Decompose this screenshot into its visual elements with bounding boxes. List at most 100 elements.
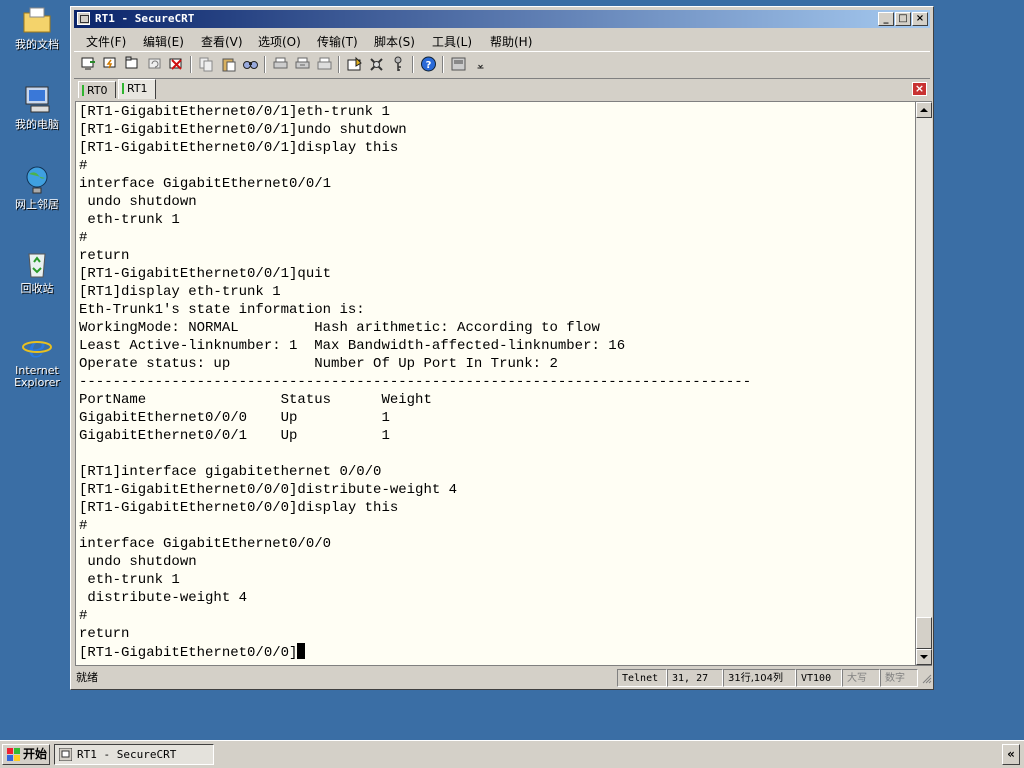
status-rows-cols: 31行,104列: [723, 669, 796, 687]
status-ready: 就绪: [76, 671, 98, 684]
session-tabs: RT0 RT1 ×: [74, 79, 930, 99]
terminal-line: PortName Status Weight: [79, 392, 432, 408]
minimize-button[interactable]: _: [878, 12, 894, 26]
terminal-line: Operate status: up Number Of Up Port In …: [79, 356, 558, 372]
terminal-line: eth-trunk 1: [79, 212, 180, 228]
scroll-thumb[interactable]: [916, 617, 932, 649]
scroll-up-button[interactable]: [916, 102, 932, 118]
terminal-line: Eth-Trunk1's state information is:: [79, 302, 365, 318]
app-icon: [58, 747, 73, 767]
terminal-line: return: [79, 626, 130, 642]
computer-icon: [21, 84, 53, 116]
connect-icon[interactable]: [80, 56, 97, 72]
close-button[interactable]: ×: [912, 12, 928, 26]
copy-icon[interactable]: [198, 56, 215, 72]
sftp-icon[interactable]: [450, 56, 467, 72]
menu-file[interactable]: 文件(F): [86, 33, 126, 50]
title-bar[interactable]: RT1 - SecureCRT _ □ ×: [74, 10, 930, 28]
vertical-scrollbar[interactable]: [916, 101, 932, 666]
print-selection-icon[interactable]: [294, 56, 311, 72]
network-globe-icon: [21, 164, 53, 196]
internet-explorer-icon: e: [21, 330, 53, 365]
connect-tab-icon[interactable]: [124, 56, 141, 72]
toolbar-overflow-icon[interactable]: [472, 56, 484, 72]
tab-rt0[interactable]: RT0: [78, 81, 116, 98]
toolbar-separator: [442, 56, 444, 73]
reconnect-icon[interactable]: [146, 56, 163, 72]
desktop-icon-internet-explorer[interactable]: e Internet Explorer: [4, 330, 70, 389]
keymap-icon[interactable]: [368, 56, 385, 72]
terminal-line: interface GigabitEthernet0/0/1: [79, 176, 332, 192]
securecrt-window: RT1 - SecureCRT _ □ × 文件(F) 编辑(E) 查看(V) …: [70, 6, 934, 690]
status-num: 数字: [880, 669, 918, 687]
status-caps: 大写: [842, 669, 880, 687]
terminal-prompt: [RT1-GigabitEthernet0/0/0]: [79, 645, 298, 661]
taskbar: 开始 RT1 - SecureCRT «: [0, 740, 1024, 768]
scroll-down-button[interactable]: [916, 649, 932, 665]
menu-options[interactable]: 选项(O): [258, 33, 301, 50]
desktop-icon-recycle-bin[interactable]: 回收站: [4, 248, 70, 295]
terminal-line: undo shutdown: [79, 554, 197, 570]
folder-icon: [21, 4, 53, 36]
terminal-output[interactable]: [RT1-GigabitEthernet0/0/1]eth-trunk 1 [RT…: [75, 101, 916, 666]
toolbar-separator: [264, 56, 266, 73]
tab-rt1[interactable]: RT1: [118, 79, 156, 99]
desktop-icon-my-documents[interactable]: 我的文档: [4, 4, 70, 51]
terminal-line: [RT1-GigabitEthernet0/0/0]distribute-wei…: [79, 482, 458, 498]
terminal-line: [RT1-GigabitEthernet0/0/1]display this: [79, 140, 399, 156]
print-setup-icon[interactable]: [316, 56, 333, 72]
key-icon[interactable]: [390, 56, 407, 72]
resize-grip-icon[interactable]: [920, 672, 932, 690]
toolbar-separator: [190, 56, 192, 73]
taskbar-item-label: RT1 - SecureCRT: [77, 748, 177, 761]
menu-bar: 文件(F) 编辑(E) 查看(V) 选项(O) 传输(T) 脚本(S) 工具(L…: [74, 30, 930, 50]
status-emulation: VT100: [796, 669, 842, 687]
menu-help[interactable]: 帮助(H): [490, 33, 532, 50]
terminal-line: ----------------------------------------…: [79, 374, 752, 390]
windows-logo-icon: [7, 748, 21, 768]
tray-expand-button[interactable]: «: [1002, 744, 1020, 765]
desktop-icon-label: 回收站: [20, 282, 54, 295]
find-icon[interactable]: [242, 56, 259, 72]
status-cursor-position: 31, 27: [667, 669, 723, 687]
terminal-cursor: [297, 643, 306, 659]
paste-icon[interactable]: [220, 56, 237, 72]
quick-connect-icon[interactable]: [102, 56, 119, 72]
toolbar-separator: [338, 56, 340, 73]
svg-text:e: e: [28, 330, 46, 362]
desktop-icon-network[interactable]: 网上邻居: [4, 164, 70, 211]
taskbar-item-securecrt[interactable]: RT1 - SecureCRT: [54, 744, 214, 765]
menu-edit[interactable]: 编辑(E): [143, 33, 184, 50]
print-icon[interactable]: [272, 56, 289, 72]
session-options-icon[interactable]: [346, 56, 363, 72]
status-protocol: Telnet: [617, 669, 667, 687]
terminal-prompt-line: [RT1-GigabitEthernet0/0/0]: [79, 643, 751, 661]
toolbar: ?: [74, 51, 930, 79]
terminal-line: GigabitEthernet0/0/1 Up 1: [79, 428, 390, 444]
desktop-icon-label: 我的电脑: [15, 118, 59, 131]
disconnect-icon[interactable]: [168, 56, 185, 72]
terminal-lines: [RT1-GigabitEthernet0/0/1]eth-trunk 1 [RT…: [79, 103, 751, 661]
menu-view[interactable]: 查看(V): [201, 33, 243, 50]
start-button[interactable]: 开始: [2, 744, 50, 765]
status-bar: 就绪 Telnet 31, 27 31行,104列 VT100 大写 数字: [74, 668, 932, 690]
toolbar-separator: [412, 56, 414, 73]
window-title: RT1 - SecureCRT: [95, 12, 195, 25]
maximize-button[interactable]: □: [895, 12, 911, 26]
menu-script[interactable]: 脚本(S): [374, 33, 415, 50]
terminal-line: eth-trunk 1: [79, 572, 180, 588]
desktop-icon-label: 网上邻居: [15, 198, 59, 211]
close-tab-icon[interactable]: ×: [912, 82, 927, 96]
terminal-line: #: [79, 518, 88, 534]
help-icon[interactable]: ?: [420, 56, 437, 72]
menu-transfer[interactable]: 传输(T): [317, 33, 358, 50]
app-icon: [77, 12, 90, 25]
desktop-icon-my-computer[interactable]: 我的电脑: [4, 84, 70, 131]
desktop-icon-label: 我的文档: [15, 38, 59, 51]
terminal-line: WorkingMode: NORMAL Hash arithmetic: Acc…: [79, 320, 600, 336]
start-label: 开始: [23, 747, 48, 761]
menu-tools[interactable]: 工具(L): [432, 33, 472, 50]
terminal-line: #: [79, 230, 88, 246]
terminal-line: interface GigabitEthernet0/0/0: [79, 536, 332, 552]
